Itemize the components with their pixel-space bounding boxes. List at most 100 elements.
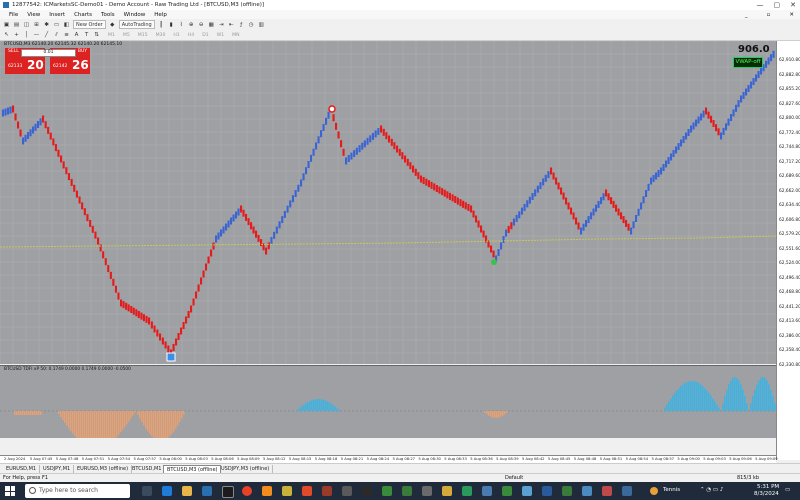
channel-icon[interactable]: ⫽ <box>53 31 60 39</box>
bar-chart-icon[interactable]: ┃ <box>158 21 165 29</box>
app-icon-7[interactable] <box>522 486 532 496</box>
arrows-icon[interactable]: ⇅ <box>93 31 100 39</box>
vertical-line-icon[interactable]: │ <box>23 31 30 39</box>
price-axis[interactable]: 62,910.80 62,882.80 62,855.20 62,827.60 62,8… <box>776 41 800 460</box>
timeframe-mn[interactable]: MN <box>232 33 239 38</box>
clock-date[interactable]: 8/3/2024 <box>754 491 779 497</box>
notifications-icon[interactable]: ▭ <box>785 487 790 493</box>
chart-tab[interactable]: USDJPY,M1 <box>40 465 75 473</box>
lot-size-input[interactable]: 0.01 <box>21 49 76 57</box>
indicator-window[interactable]: BTCUSD TDFI xP 50: 0.1749 0.0000 0.1749 … <box>0 365 776 438</box>
renko-brick <box>225 223 228 231</box>
app-icon-2[interactable] <box>362 486 372 496</box>
timeframe-h4[interactable]: H4 <box>188 33 194 38</box>
child-close-button[interactable]: ✕ <box>789 12 794 18</box>
taskbar-search-box[interactable]: Type here to search <box>25 484 130 498</box>
timeframe-m30[interactable]: M30 <box>156 33 166 38</box>
crosshair-icon[interactable]: + <box>13 31 20 39</box>
windows-start-icon[interactable] <box>5 486 15 496</box>
minimize-button[interactable]: — <box>757 1 764 9</box>
zoom-out-icon[interactable]: ⊖ <box>198 21 205 29</box>
chrome-icon[interactable] <box>242 486 252 496</box>
close-button[interactable]: ✕ <box>790 1 796 9</box>
maximize-button[interactable]: ▢ <box>774 1 781 9</box>
candle-chart-icon[interactable]: ▮ <box>168 21 175 29</box>
weather-icon[interactable] <box>650 487 658 495</box>
chart-tab[interactable]: EURUSD,M3 (offline) <box>74 465 133 473</box>
file-explorer-icon[interactable] <box>182 486 192 496</box>
terminal-icon[interactable]: ▭ <box>53 21 60 29</box>
app-icon-5[interactable] <box>462 486 472 496</box>
tile-icon[interactable]: ▦ <box>208 21 215 29</box>
chart-tab[interactable]: BTCUSD,M1 <box>129 465 166 473</box>
tester-icon[interactable]: ◧ <box>63 21 70 29</box>
label-icon[interactable]: T <box>83 31 90 39</box>
app-icon-6[interactable] <box>482 486 492 496</box>
menu-charts[interactable]: Charts <box>74 12 92 18</box>
autoscroll-icon[interactable]: ⇥ <box>218 21 225 29</box>
app-icon-3[interactable] <box>422 486 432 496</box>
templates-icon[interactable]: ▥ <box>258 21 265 29</box>
timeframe-d1[interactable]: D1 <box>202 33 208 38</box>
terminal-app-icon[interactable] <box>222 486 234 498</box>
child-minimize-button[interactable]: _ <box>745 12 748 18</box>
vwap-toggle-button[interactable]: VWAP-off <box>733 57 763 68</box>
indicators-icon[interactable]: ƒ <box>238 21 245 29</box>
data-window-icon[interactable]: ⊞ <box>33 21 40 29</box>
tray-icons[interactable]: ⌃ ◔ ▭ ♪ <box>700 487 723 493</box>
market-watch-icon[interactable]: ◫ <box>23 21 30 29</box>
fibonacci-icon[interactable]: ≡ <box>63 31 70 39</box>
vlc-icon[interactable] <box>262 486 272 496</box>
notes-icon[interactable] <box>282 486 292 496</box>
timeframe-h1[interactable]: H1 <box>173 33 179 38</box>
clock-time[interactable]: 5:31 PM <box>757 484 779 490</box>
menu-help[interactable]: Help <box>154 12 167 18</box>
text-icon[interactable]: A <box>73 31 80 39</box>
weather-text[interactable]: Tennis <box>663 487 680 493</box>
media-app-icon[interactable] <box>322 486 332 496</box>
chart-tab[interactable]: USDJPY,M3 (offline) <box>218 465 274 473</box>
menu-insert[interactable]: Insert <box>49 12 65 18</box>
new-chart-icon[interactable]: ▣ <box>3 21 10 29</box>
line-chart-icon[interactable]: ⌇ <box>178 21 185 29</box>
child-restore-button[interactable]: ▫ <box>767 12 771 18</box>
mt4-icon-2[interactable] <box>402 486 412 496</box>
metaeditor-icon[interactable]: ◆ <box>109 21 116 29</box>
timeframe-m5[interactable]: M5 <box>123 33 130 38</box>
cursor-icon[interactable]: ↖ <box>3 31 10 39</box>
menu-tools[interactable]: Tools <box>101 12 115 18</box>
chart-tab[interactable]: EURUSD,M1 <box>3 465 41 473</box>
mt4-icon-3[interactable] <box>502 486 512 496</box>
navigator-icon[interactable]: ✱ <box>43 21 50 29</box>
auto-trading-button[interactable]: AutoTrading <box>118 20 155 29</box>
chart-shift-icon[interactable]: ⇤ <box>228 21 235 29</box>
app-icon-4[interactable] <box>442 486 452 496</box>
store-icon[interactable] <box>202 486 212 496</box>
timeframe-m1[interactable]: M1 <box>108 33 115 38</box>
brave-icon[interactable] <box>302 486 312 496</box>
renko-chart-canvas[interactable] <box>0 41 776 364</box>
app-icon-1[interactable] <box>342 486 352 496</box>
task-view-icon[interactable] <box>142 486 152 496</box>
price-chart[interactable]: BTCUSD,M3 62140.20 62145.32 62140.20 621… <box>0 41 776 364</box>
app-icon-11[interactable] <box>622 486 632 496</box>
app-icon-10[interactable] <box>602 486 612 496</box>
menu-view[interactable]: View <box>27 12 40 18</box>
edge-icon[interactable] <box>162 486 172 496</box>
menu-file[interactable]: File <box>9 12 18 18</box>
horizontal-line-icon[interactable]: — <box>33 31 40 39</box>
histogram-bar <box>153 411 155 438</box>
profiles-icon[interactable]: ▤ <box>13 21 20 29</box>
zoom-in-icon[interactable]: ⊕ <box>188 21 195 29</box>
trendline-icon[interactable]: ╱ <box>43 31 50 39</box>
app-icon-9[interactable] <box>582 486 592 496</box>
timeframe-w1[interactable]: W1 <box>217 33 224 38</box>
periods-icon[interactable]: ◷ <box>248 21 255 29</box>
mt4-icon-4[interactable] <box>562 486 572 496</box>
timeframe-m15[interactable]: M15 <box>138 33 148 38</box>
app-icon-8[interactable] <box>542 486 552 496</box>
histogram-bar <box>32 411 34 415</box>
mt4-icon-1[interactable] <box>382 486 392 496</box>
new-order-button[interactable]: New Order <box>73 20 106 29</box>
menu-window[interactable]: Window <box>124 12 146 18</box>
